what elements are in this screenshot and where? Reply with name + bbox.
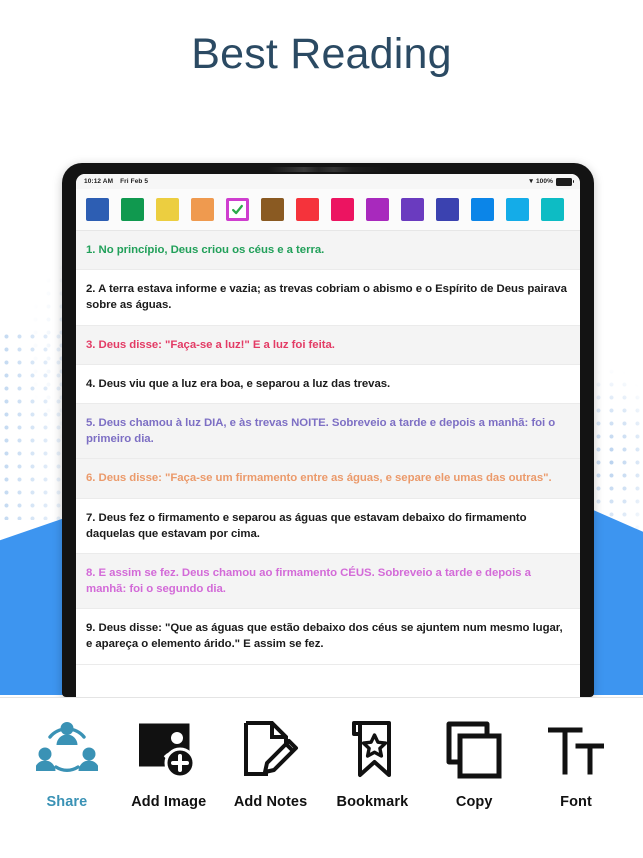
verse-4[interactable]: 4. Deus viu que a luz era boa, e separou… [76,364,580,404]
verse-8[interactable]: 8. E assim se fez. Deus chamou ao firmam… [76,553,580,610]
toolbar-button-copy[interactable]: Copy [423,720,525,810]
toolbar-button-add-notes[interactable]: Add Notes [220,720,322,810]
bookmark-star-icon [349,720,395,780]
toolbar-label-bookmark: Bookmark [336,794,409,810]
verse-3[interactable]: 3. Deus disse: "Faça-se a luz!" E a luz … [76,325,580,365]
color-swatch-red[interactable] [296,198,319,221]
copy-icon [445,720,503,780]
color-swatch-purple[interactable] [401,198,424,221]
font-size-icon [548,720,605,780]
status-time: 10:12 AM [84,178,114,185]
tablet-device-frame: 10:12 AM Fri Feb 5 ▾ 100% 1. No princípi… [62,163,594,697]
toolbar-label-add-notes: Add Notes [233,794,308,810]
color-swatch-brown[interactable] [261,198,284,221]
toolbar-label-font: Font [560,794,592,810]
battery-full-icon [556,177,574,186]
toolbar-button-bookmark[interactable]: Bookmark [321,720,423,810]
color-swatch-yellow[interactable] [156,198,179,221]
status-bar-right: ▾ 100% [529,177,574,186]
check-icon [232,204,243,215]
add-image-icon [138,720,199,780]
color-swatch-indigo[interactable] [436,198,459,221]
share-people-icon [35,720,98,780]
wifi-icon: ▾ [529,178,533,185]
color-swatch-azure[interactable] [471,198,494,221]
color-swatch-teal[interactable] [541,198,564,221]
color-swatch-orange[interactable] [191,198,214,221]
page-title: Best Reading [191,30,452,78]
verse-9[interactable]: 9. Deus disse: "Que as águas que estão d… [76,609,580,665]
toolbar-label-copy: Copy [455,794,493,810]
tablet-screen: 10:12 AM Fri Feb 5 ▾ 100% 1. No princípi… [76,174,580,697]
color-swatch-white-check[interactable] [226,198,249,221]
color-swatch-magenta[interactable] [366,198,389,221]
add-notes-icon [242,720,300,780]
toolbar-label-add-image: Add Image [131,794,207,810]
color-swatch-sky[interactable] [506,198,529,221]
bottom-toolbar: Share Add Image Add Notes Bookmark Copy Font [0,697,643,858]
verse-5[interactable]: 5. Deus chamou à luz DIA, e às trevas NO… [76,403,580,460]
camera-sensor-strip [268,167,388,172]
battery-percent-label: 100% [535,178,553,185]
toolbar-button-share[interactable]: Share [16,720,118,810]
verse-2[interactable]: 2. A terra estava informe e vazia; as tr… [76,270,580,326]
status-bar: 10:12 AM Fri Feb 5 ▾ 100% [76,174,580,189]
verse-list[interactable]: 1. No princípio, Deus criou os céus e a … [76,231,580,697]
highlight-color-palette[interactable] [76,189,580,231]
toolbar-button-font[interactable]: Font [525,720,627,810]
status-bar-left: 10:12 AM Fri Feb 5 [84,178,148,185]
toolbar-button-add-image[interactable]: Add Image [118,720,220,810]
status-date: Fri Feb 5 [120,178,149,185]
color-swatch-pink[interactable] [331,198,354,221]
verse-1[interactable]: 1. No princípio, Deus criou os céus e a … [76,231,580,271]
toolbar-label-share: Share [46,794,88,810]
color-swatch-green[interactable] [121,198,144,221]
verse-7[interactable]: 7. Deus fez o firmamento e separou as ág… [76,498,580,554]
verse-6[interactable]: 6. Deus disse: "Faça-se um firmamento en… [76,459,580,499]
color-swatch-blue[interactable] [86,198,109,221]
